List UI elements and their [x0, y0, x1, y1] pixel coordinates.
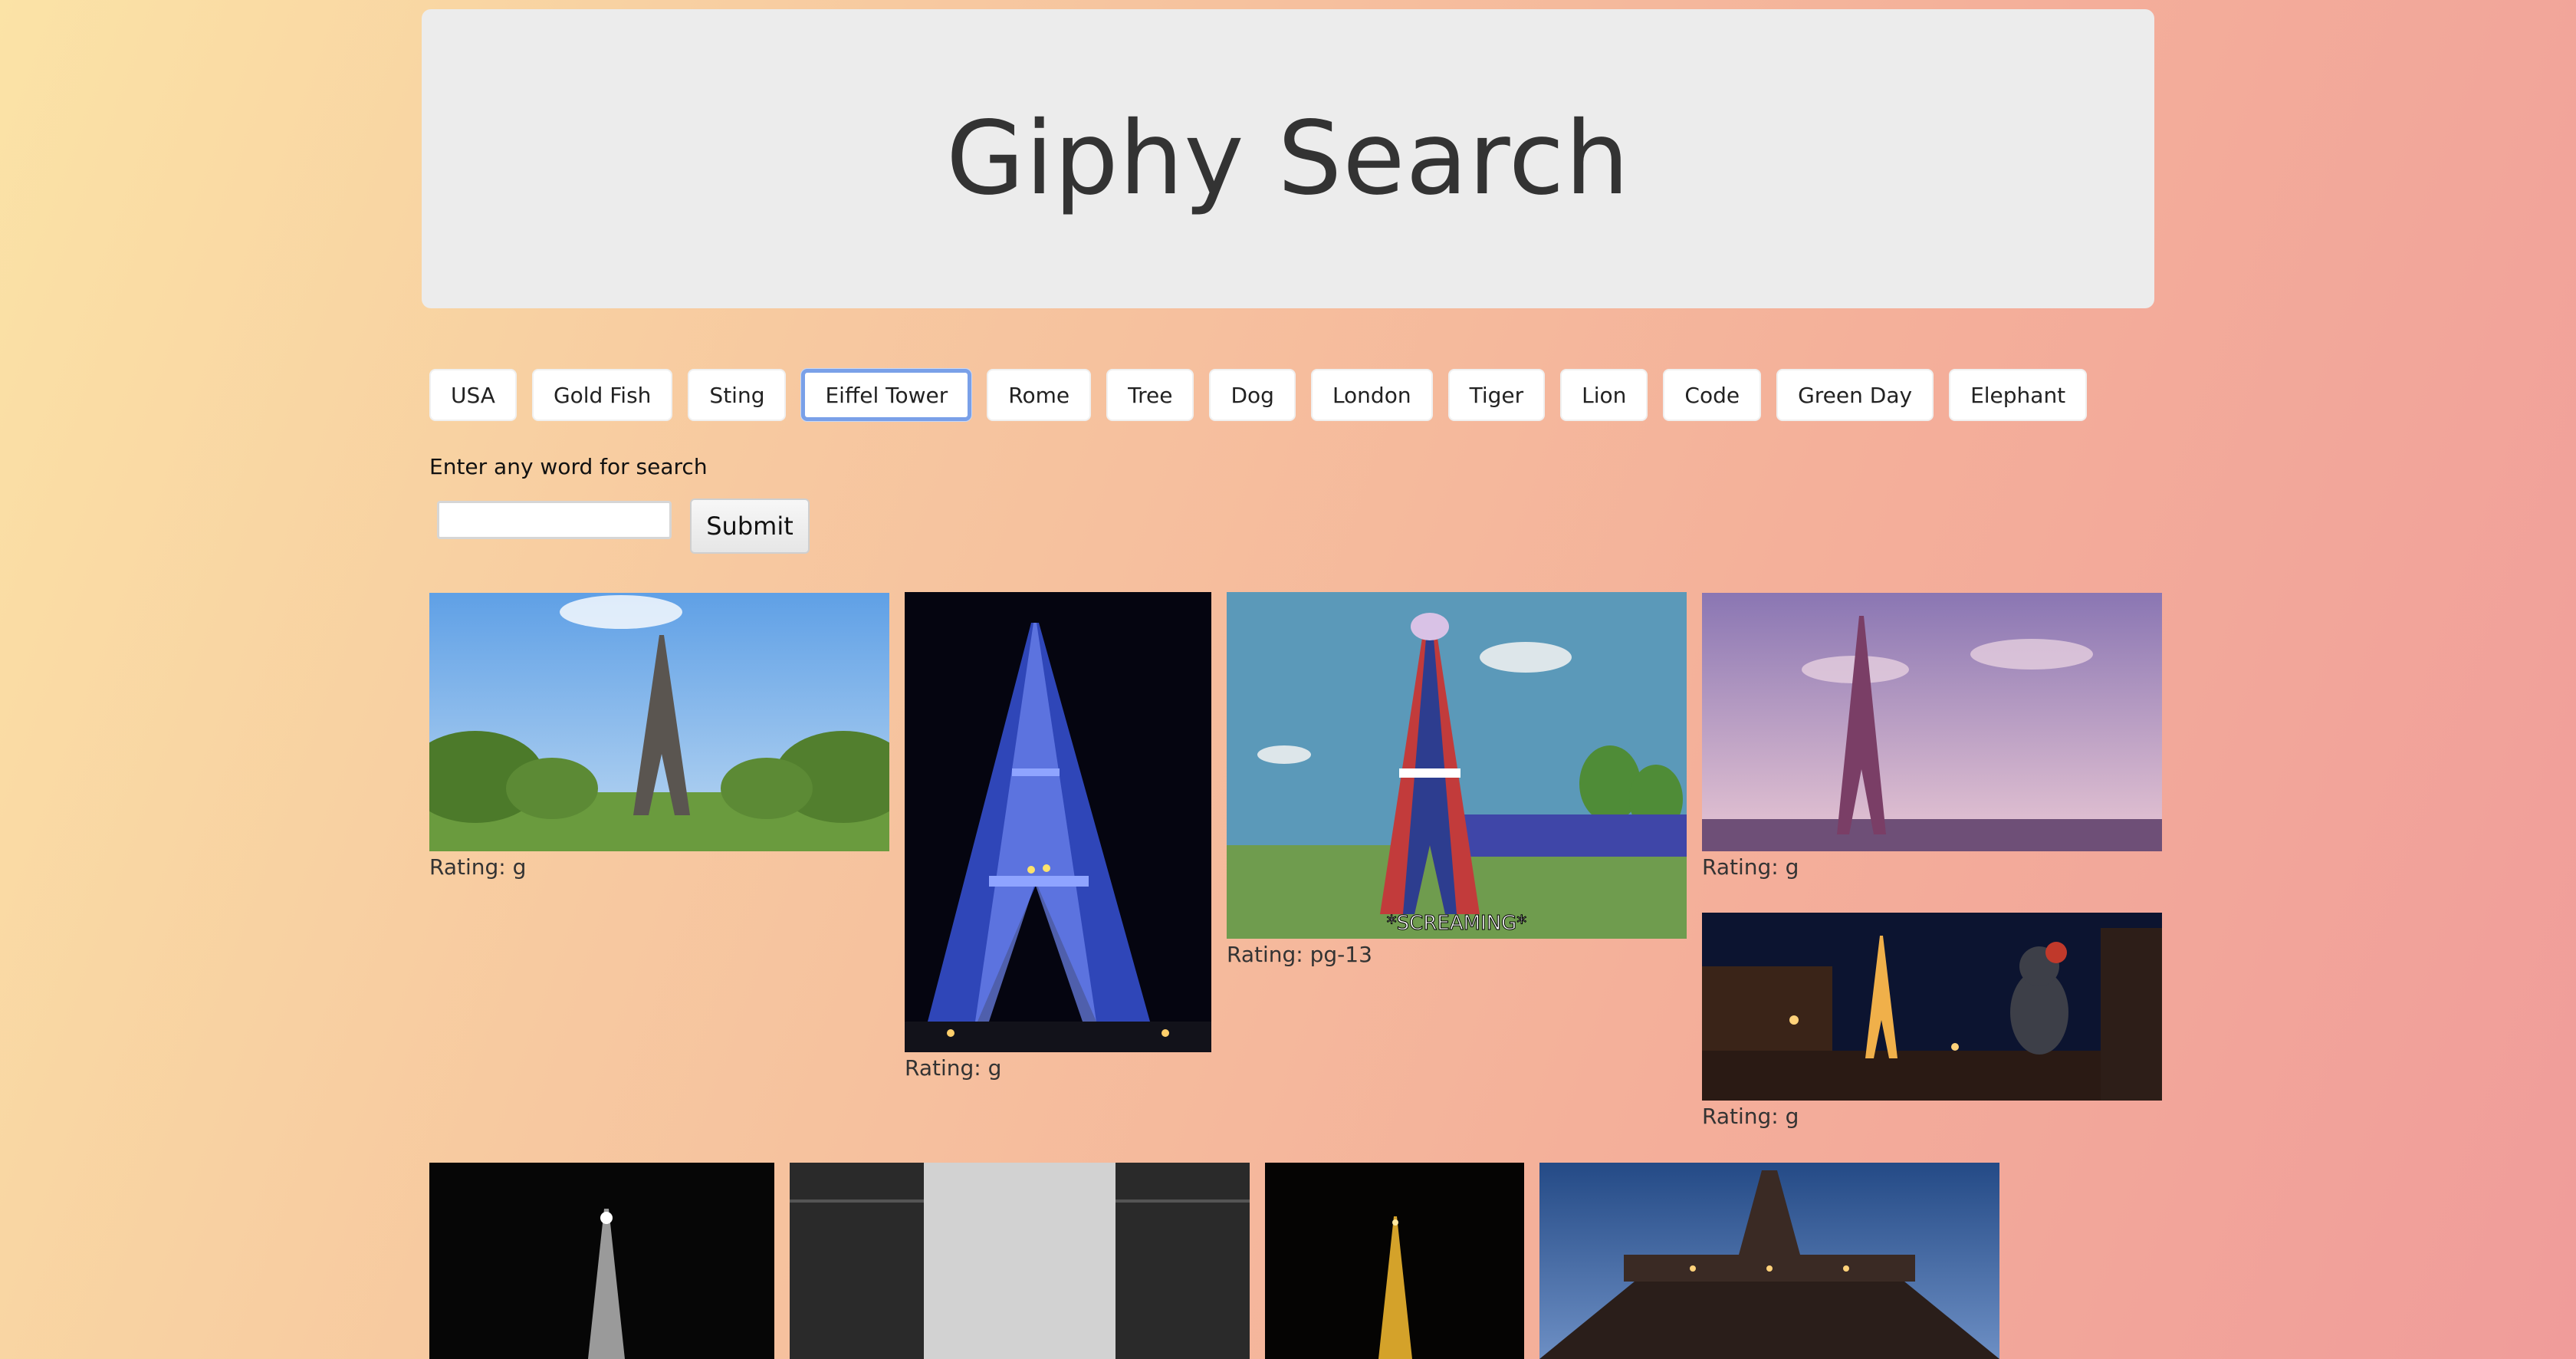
- eiffel-golden-lights-image: [1265, 1163, 1524, 1359]
- search-input[interactable]: [437, 501, 672, 539]
- cartoon-tower-image: *SCREAMING*: [1227, 592, 1687, 939]
- gif-result-3[interactable]: *SCREAMING*: [1227, 592, 1687, 939]
- gif-result-4[interactable]: [1702, 593, 2162, 851]
- topic-button-sting[interactable]: Sting: [688, 369, 787, 421]
- gif-result-6[interactable]: [429, 1163, 774, 1359]
- topic-button-gold-fish[interactable]: Gold Fish: [531, 369, 673, 421]
- eiffel-from-below-image: [1539, 1163, 1999, 1359]
- topic-buttons: USA Gold Fish Sting Eiffel Tower Rome Tr…: [429, 369, 2102, 421]
- topic-button-eiffel-tower[interactable]: Eiffel Tower: [801, 369, 972, 421]
- gif-result-8[interactable]: [1265, 1163, 1524, 1359]
- topic-button-dog[interactable]: Dog: [1209, 369, 1296, 421]
- topic-button-elephant[interactable]: Elephant: [1949, 369, 2088, 421]
- gif-rating-4: Rating: g: [1702, 854, 1799, 880]
- topic-button-green-day[interactable]: Green Day: [1776, 369, 1934, 421]
- topic-button-code[interactable]: Code: [1663, 369, 1762, 421]
- submit-button[interactable]: Submit: [690, 499, 810, 554]
- eiffel-pink-sky-image: [1702, 593, 2162, 851]
- grey-static-image: [790, 1163, 1250, 1359]
- gif-result-9[interactable]: [1539, 1163, 1999, 1359]
- gif-result-2[interactable]: [905, 592, 1211, 1052]
- topic-button-lion[interactable]: Lion: [1560, 369, 1648, 421]
- gif-rating-2: Rating: g: [905, 1055, 1002, 1081]
- gif-rating-5: Rating: g: [1702, 1104, 1799, 1129]
- topic-button-usa[interactable]: USA: [429, 369, 517, 421]
- gif-rating-3: Rating: pg-13: [1227, 942, 1372, 967]
- gif-result-7[interactable]: [790, 1163, 1250, 1359]
- gif-result-1[interactable]: [429, 593, 889, 851]
- topic-button-rome[interactable]: Rome: [987, 369, 1092, 421]
- topic-button-tiger[interactable]: Tiger: [1447, 369, 1546, 421]
- topic-button-tree[interactable]: Tree: [1106, 369, 1194, 421]
- search-label: Enter any word for search: [429, 454, 708, 479]
- topic-button-london[interactable]: London: [1310, 369, 1433, 421]
- gif-rating-1: Rating: g: [429, 854, 527, 880]
- eiffel-day-image: [429, 593, 889, 851]
- rat-paris-night-image: [1702, 913, 2162, 1101]
- page-title: Giphy Search: [946, 100, 1630, 218]
- cartoon-caption: *SCREAMING*: [1387, 912, 1527, 935]
- header-jumbotron: Giphy Search: [422, 9, 2154, 308]
- gif-result-5[interactable]: [1702, 913, 2162, 1101]
- eiffel-night-blue-image: [905, 592, 1211, 1052]
- eiffel-bw-night-image: [429, 1163, 774, 1359]
